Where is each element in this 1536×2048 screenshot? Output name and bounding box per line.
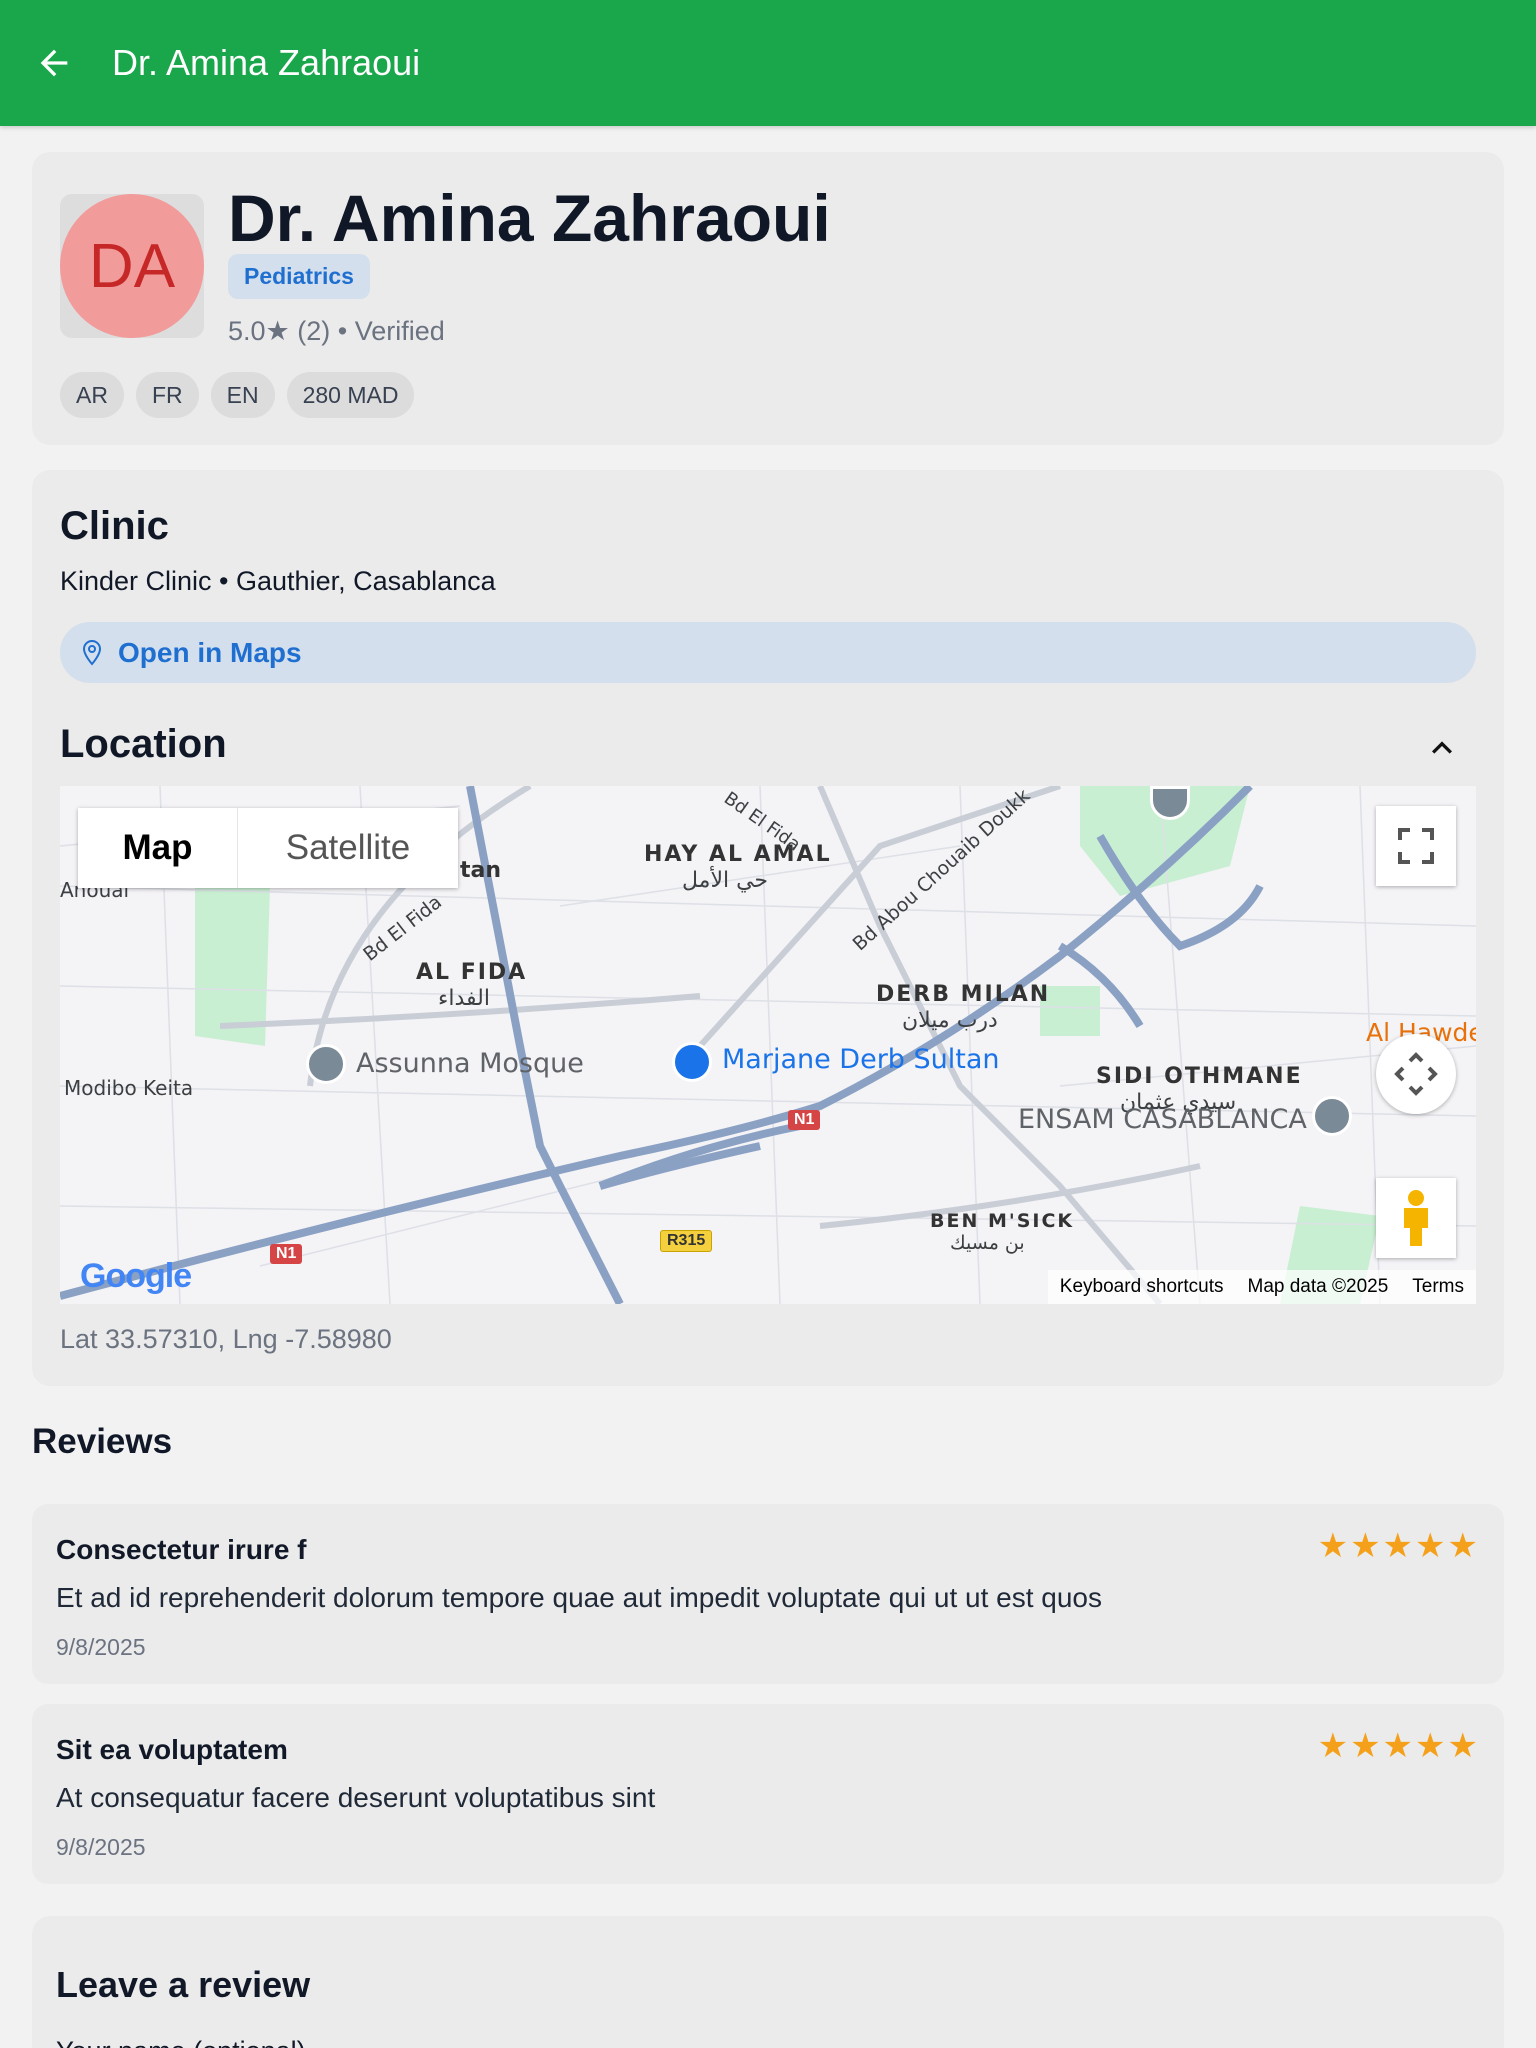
avatar: DA [60, 194, 204, 338]
open-in-maps-label: Open in Maps [118, 636, 302, 668]
label-tan: tan [460, 858, 502, 883]
terms-link[interactable]: Terms [1412, 1276, 1464, 1298]
label-ensam[interactable]: ENSAM CASABLANCA [1018, 1104, 1307, 1135]
label-marjane[interactable]: Marjane Derb Sultan [722, 1044, 1000, 1075]
profile-card: DA Dr. Amina Zahraoui Pediatrics 5.0★ (2… [32, 152, 1504, 445]
keyboard-shortcuts-link[interactable]: Keyboard shortcuts [1060, 1276, 1224, 1298]
review-title: Consectetur irure f [56, 1534, 307, 1565]
clinic-heading: Clinic [60, 504, 169, 548]
review-card: Sit ea voluptatem ★★★★★ At consequatur f… [32, 1704, 1504, 1884]
review-date: 9/8/2025 [56, 1634, 146, 1660]
n1-road-shield: N1 [788, 1110, 821, 1130]
chevron-up-icon[interactable] [1422, 728, 1462, 768]
label-al-fida: AL FIDA [416, 960, 528, 985]
mosque-icon[interactable] [306, 1044, 346, 1084]
pan-control-icon[interactable] [1376, 1034, 1456, 1114]
label-ben-msick: BEN M'SICK [930, 1210, 1075, 1232]
review-stars: ★★★★★ [1317, 1527, 1480, 1565]
specialty-badge: Pediatrics [228, 254, 370, 299]
rating-line: 5.0★ (2) • Verified [228, 316, 445, 346]
shopping-cart-icon[interactable] [672, 1042, 712, 1082]
app-bar: Dr. Amina Zahraoui [0, 0, 1536, 126]
label-sidi-othmane: SIDI OTHMANE [1096, 1064, 1303, 1089]
back-arrow-icon[interactable] [26, 35, 82, 91]
name-field-label: Your name (optional) [56, 2036, 306, 2048]
fullscreen-icon[interactable] [1376, 806, 1456, 886]
clinic-address: Kinder Clinic • Gauthier, Casablanca [60, 566, 496, 596]
map-footer: Keyboard shortcuts Map data ©2025 Terms [1047, 1270, 1476, 1304]
location-pin-icon [82, 639, 102, 666]
language-chip-fr: FR [135, 372, 199, 418]
location-heading: Location [60, 722, 227, 766]
language-chip-ar: AR [60, 372, 124, 418]
avatar-initials: DA [60, 194, 204, 338]
label-hay-al-amal-ar: حي الأمل [682, 868, 769, 893]
map-type-map-button[interactable]: Map [78, 808, 238, 888]
map-view[interactable]: HAY AL AMAL حي الأمل AL FIDA الفداء DERB… [60, 786, 1476, 1304]
open-in-maps-button[interactable]: Open in Maps [60, 622, 1476, 683]
fee-chip: 280 MAD [286, 372, 415, 418]
label-derb-milan-ar: درب ميلان [902, 1008, 998, 1033]
google-logo: Google [80, 1257, 192, 1295]
leave-review-card: Leave a review Your name (optional) [32, 1916, 1504, 2048]
label-derb-milan: DERB MILAN [876, 982, 1051, 1007]
coordinates-label: Lat 33.57310, Lng -7.58980 [60, 1324, 392, 1354]
language-chip-en: EN [210, 372, 275, 418]
reviews-heading: Reviews [32, 1422, 173, 1461]
label-hay-al-amal: HAY AL AMAL [644, 842, 832, 867]
chip-row: AR FR EN 280 MAD [60, 372, 415, 418]
leave-review-heading: Leave a review [56, 1964, 311, 2005]
label-al-fida-ar: الفداء [438, 986, 490, 1011]
school-icon[interactable] [1312, 1096, 1352, 1136]
r315-road-shield: R315 [660, 1230, 713, 1252]
review-stars: ★★★★★ [1317, 1727, 1480, 1765]
label-ben-msick-ar: بن مسيك [950, 1232, 1025, 1254]
map-type-toggle: Map Satellite [78, 808, 458, 888]
n1-road-shield-west: N1 [270, 1244, 303, 1264]
map-type-satellite-button[interactable]: Satellite [238, 808, 458, 888]
review-card: Consectetur irure f ★★★★★ Et ad id repre… [32, 1504, 1504, 1684]
doctor-name: Dr. Amina Zahraoui [228, 181, 831, 255]
review-body: Et ad id reprehenderit dolorum tempore q… [56, 1582, 1102, 1613]
street-view-pegman-icon[interactable] [1376, 1178, 1456, 1258]
review-title: Sit ea voluptatem [56, 1734, 288, 1765]
review-date: 9/8/2025 [56, 1834, 146, 1860]
review-body: At consequatur facere deserunt voluptati… [56, 1782, 656, 1813]
map-data-label: Map data ©2025 [1247, 1276, 1389, 1297]
label-assunna-mosque[interactable]: Assunna Mosque [356, 1048, 584, 1079]
label-modibo-keita: Modibo Keita [64, 1076, 194, 1100]
clinic-card: Clinic Kinder Clinic • Gauthier, Casabla… [32, 470, 1504, 1386]
app-bar-title: Dr. Amina Zahraoui [112, 42, 421, 83]
